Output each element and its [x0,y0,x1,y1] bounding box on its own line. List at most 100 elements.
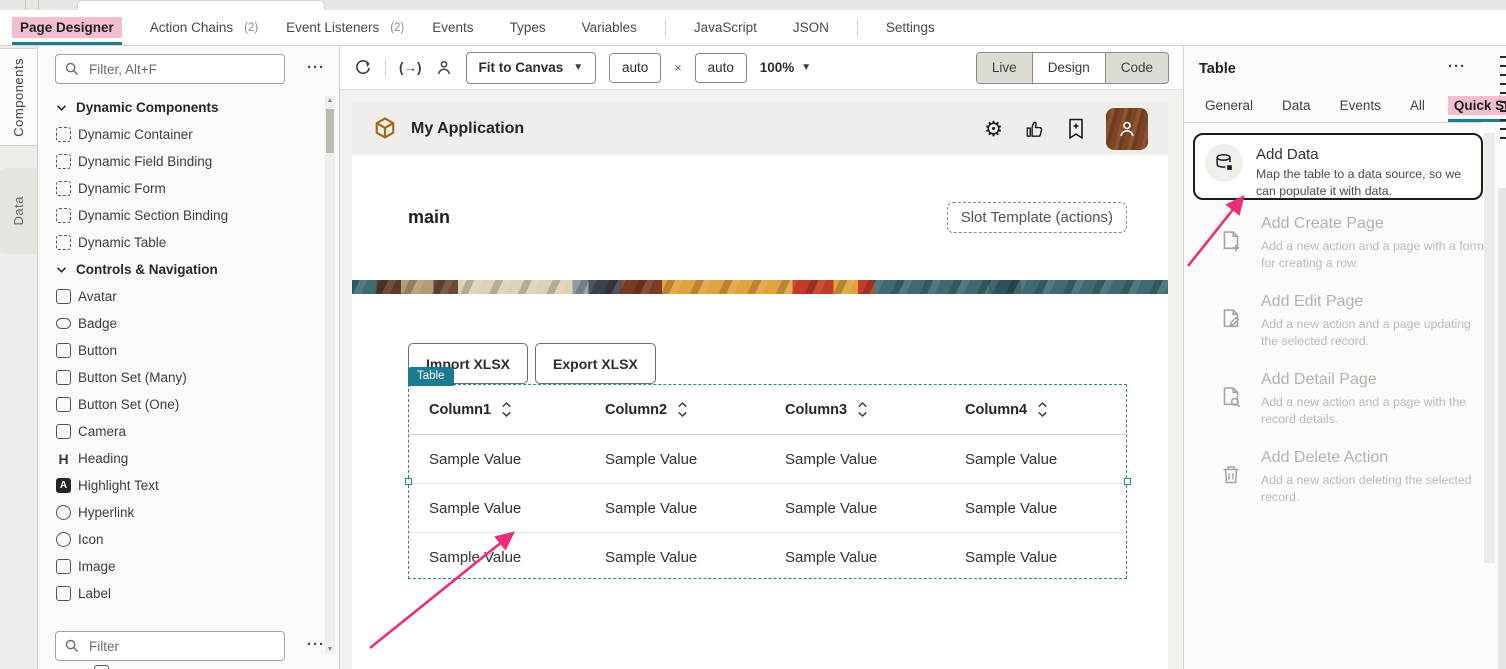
table-selection[interactable]: Column1 Column2Column3Column4 Sample Valu… [408,384,1127,579]
scroll-down-icon[interactable]: ▼ [325,646,335,653]
gear-icon[interactable]: ⚙ [984,119,1003,140]
component-item-label: Image [78,559,116,574]
component-item-badge[interactable]: Badge [56,310,323,337]
rail-tab-components[interactable]: Components [0,48,37,146]
component-item-dynamic-section-binding[interactable]: Dynamic Section Binding [56,202,323,229]
properties-title: Table [1199,61,1236,77]
rail-tab-data[interactable]: Data [0,168,37,254]
page-preview: My Application ⚙ main Slot Template (act… [352,103,1168,669]
column-header-column2[interactable]: Column2 [585,385,765,434]
live-forwarding-icon[interactable]: (→) [399,60,422,75]
sort-icon[interactable] [857,401,868,418]
properties-tab-events[interactable]: Events [1334,92,1387,118]
sort-icon[interactable] [501,401,512,418]
component-item-icon[interactable]: Icon [56,526,323,553]
table-row[interactable]: Sample ValueSample ValueSample ValueSamp… [409,435,1126,484]
structure-filter-input[interactable] [87,638,275,655]
refresh-icon[interactable] [354,59,372,77]
scrollbar-thumb[interactable] [326,109,334,153]
mode-code-button[interactable]: Code [1105,53,1168,83]
canvas-size-dropdown[interactable]: Fit to Canvas ▼ [466,52,597,84]
sort-icon[interactable] [1037,401,1048,418]
components-filter[interactable] [55,54,285,84]
components-menu-button[interactable]: ··· [307,59,325,76]
mode-design-button[interactable]: Design [1032,53,1105,83]
component-item-image[interactable]: Image [56,553,323,580]
thumbs-up-icon[interactable] [1023,118,1046,141]
canvas-height-input[interactable] [695,53,747,83]
component-section-controls-navigation[interactable]: Controls & Navigation [56,256,323,283]
quickstart-add-data[interactable]: Add DataMap the table to a data source, … [1193,133,1483,200]
zoom-level-dropdown[interactable]: 100% ▼ [760,60,811,75]
table-row[interactable]: Sample ValueSample ValueSample ValueSamp… [409,533,1126,581]
mode-live-button[interactable]: Live [977,53,1032,83]
properties-menu-button[interactable]: ··· [1448,58,1466,75]
user-avatar[interactable] [1106,108,1148,150]
column-header-column3[interactable]: Column3 [765,385,945,434]
editor-tab-page-designer[interactable]: Page Designer [12,10,122,46]
component-item-highlight-text[interactable]: AHighlight Text [56,472,323,499]
components-scrollbar[interactable]: ▲ ▼ [325,96,335,654]
component-item-dynamic-field-binding[interactable]: Dynamic Field Binding [56,148,323,175]
tab-label: Variables [574,17,645,38]
component-item-label: Icon [78,532,104,547]
scroll-up-icon[interactable]: ▲ [325,97,335,104]
editor-tab-settings[interactable]: Settings [878,10,943,46]
component-item-button[interactable]: Button [56,337,323,364]
column-header-column1[interactable]: Column1 [409,385,585,434]
properties-tab-data[interactable]: Data [1276,92,1317,118]
table-cell: Sample Value [945,484,1126,532]
editor-tab-action-chains[interactable]: Action Chains(2) [142,10,258,46]
component-section-dynamic-components[interactable]: Dynamic Components [56,94,323,121]
column-header-column4[interactable]: Column4 [945,385,1126,434]
component-item-button-set-many[interactable]: Button Set (Many) [56,364,323,391]
panel-scrollbar-track[interactable] [1484,133,1495,563]
tab-label: Settings [878,17,943,38]
table-row[interactable]: Sample ValueSample ValueSample ValueSamp… [409,484,1126,533]
editor-tab-event-listeners[interactable]: Event Listeners(2) [278,10,404,46]
component-item-hyperlink[interactable]: Hyperlink [56,499,323,526]
tab-label: Events [1334,96,1387,115]
editor-tab-json[interactable]: JSON [785,10,837,46]
editor-tab-javascript[interactable]: JavaScript [686,10,765,46]
component-item-label: Camera [78,424,126,439]
button-icon [56,343,71,358]
section-label: Dynamic Components [76,100,219,115]
component-item-dynamic-form[interactable]: Dynamic Form [56,175,323,202]
editor-tab-variables[interactable]: Variables [574,10,645,46]
canvas-width-input[interactable] [609,53,661,83]
grid-icon [94,665,109,669]
component-item-camera[interactable]: Camera [56,418,323,445]
properties-tab-general[interactable]: General [1199,92,1259,118]
export-xlsx-button[interactable]: Export XLSX [535,343,656,384]
column-label: Column1 [429,402,491,418]
selection-handle-right[interactable] [1124,478,1131,485]
component-item-heading[interactable]: HHeading [56,445,323,472]
editor-tab-events[interactable]: Events [424,10,481,46]
user-pointer-icon[interactable] [435,59,453,77]
quickstart-description: Add a new action and a page with a form … [1261,238,1485,271]
structure-menu-button[interactable]: ··· [307,636,325,653]
selection-handle-left[interactable] [405,478,412,485]
canvas-toolbar: (→) Fit to Canvas ▼ × 100% ▼ LiveDesignC… [340,46,1183,90]
component-item-label[interactable]: Label [56,580,323,607]
structure-filter[interactable] [55,631,285,661]
slot-template-button[interactable]: Slot Template (actions) [947,202,1127,233]
component-item-button-set-one[interactable]: Button Set (One) [56,391,323,418]
properties-tab-quick-start[interactable]: Quick Start [1448,92,1506,118]
left-rail: Components Data [0,46,38,669]
dynamic-form-icon [56,181,71,196]
component-item-dynamic-table[interactable]: Dynamic Table [56,229,323,256]
tab-label: Data [1276,96,1317,115]
quickstart-title: Add Create Page [1261,215,1485,233]
editor-tab-types[interactable]: Types [502,10,554,46]
bookmark-plus-icon[interactable] [1066,118,1086,140]
properties-tab-all[interactable]: All [1404,92,1431,118]
highlight-text-icon: A [56,478,71,493]
component-item-dynamic-container[interactable]: Dynamic Container [56,121,323,148]
sort-icon[interactable] [677,401,688,418]
components-filter-input[interactable] [87,61,275,78]
table-widget: Import XLSXExport XLSX Table Column1Colu… [408,343,1129,643]
component-item-avatar[interactable]: Avatar [56,283,323,310]
active-file-tab-top[interactable] [77,0,325,10]
